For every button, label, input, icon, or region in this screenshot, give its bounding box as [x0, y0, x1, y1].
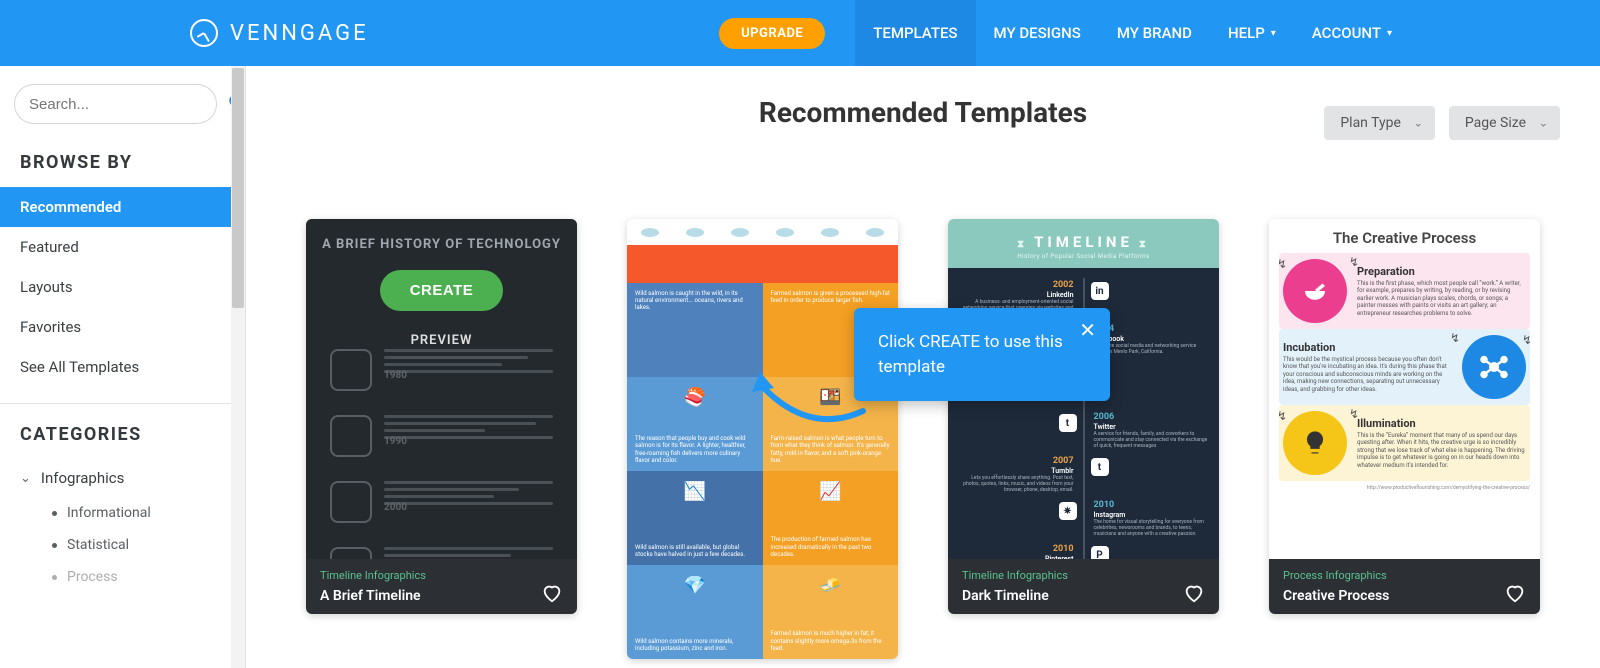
category-infographics[interactable]: ⌄ Infographics: [0, 459, 245, 497]
chevron-down-icon: ⌄: [1414, 117, 1423, 130]
sidebar-item-see-all[interactable]: See All Templates: [0, 347, 245, 387]
sushi-icon: 🍣: [635, 384, 755, 411]
chart-down-icon: 📉: [635, 478, 755, 505]
caret-down-icon: ▾: [1271, 28, 1276, 39]
brand-name: VENNGAGE: [230, 21, 369, 46]
card1-preview-thumb: 1980 1990 2000 2010: [330, 349, 553, 559]
nav-help-label: HELP: [1228, 24, 1265, 42]
card1-heading: A BRIEF HISTORY OF TECHNOLOGY: [322, 237, 561, 252]
lightning-icon: ↯: [1349, 407, 1359, 421]
favorite-heart-icon[interactable]: [1183, 582, 1205, 604]
nav-my-designs[interactable]: MY DESIGNS: [976, 0, 1099, 66]
clock-icon: [190, 19, 218, 47]
card-title: Dark Timeline: [962, 588, 1049, 604]
sidebar-item-layouts[interactable]: Layouts: [0, 267, 245, 307]
card-title: Creative Process: [1283, 588, 1389, 604]
card4-source-url: http://www.productiveflourishing.com/dem…: [1279, 485, 1530, 491]
chevron-down-icon: ⌄: [20, 471, 31, 486]
hourglass-icon: ⧗: [1139, 239, 1150, 250]
sidebar-item-recommended[interactable]: Recommended: [0, 187, 245, 227]
favorite-heart-icon[interactable]: [1504, 582, 1526, 604]
minerals-icon: 💎: [635, 572, 755, 599]
card-category: Timeline Infographics: [962, 569, 1068, 582]
card-category: Timeline Infographics: [320, 569, 426, 582]
search-box[interactable]: [14, 84, 217, 124]
social-icon: t: [1091, 458, 1109, 476]
social-icon: in: [1091, 282, 1109, 300]
template-card-dark-timeline[interactable]: ⧗TIMELINE⧗ History of Popular Social Med…: [948, 219, 1219, 614]
card4-heading: The Creative Process: [1279, 229, 1530, 247]
tooltip-text: Click CREATE to use this template: [878, 330, 1086, 379]
template-card-salmon-compare[interactable]: Wild salmon is caught in the wild, in it…: [627, 219, 898, 659]
social-icon: ✷: [1059, 502, 1077, 520]
category-label: Infographics: [41, 469, 124, 487]
tutorial-tooltip: ✕ Click CREATE to use this template: [854, 308, 1110, 401]
preview-button[interactable]: PREVIEW: [411, 333, 473, 348]
bullet-icon: [52, 543, 57, 548]
hourglass-icon: ⧗: [1017, 239, 1028, 250]
search-input[interactable]: [29, 96, 228, 113]
sidebar-item-featured[interactable]: Featured: [0, 227, 245, 267]
card-category: Process Infographics: [1283, 569, 1389, 582]
close-icon[interactable]: ✕: [1079, 318, 1096, 342]
filter-plan-type[interactable]: Plan Type ⌄: [1324, 106, 1435, 140]
lightning-icon: ↯: [1450, 331, 1460, 345]
category-informational[interactable]: Informational: [0, 497, 245, 529]
bullet-icon: [52, 511, 57, 516]
categories-heading: CATEGORIES: [0, 414, 245, 459]
content-area: Recommended Templates Plan Type ⌄ Page S…: [246, 66, 1600, 668]
sidebar: BROWSE BY Recommended Featured Layouts F…: [0, 66, 246, 668]
lightning-icon: ↯: [1277, 257, 1287, 271]
lightning-icon: ↯: [1277, 409, 1287, 423]
social-icon: P: [1091, 546, 1109, 559]
caret-down-icon: ▾: [1387, 28, 1392, 39]
nav-templates[interactable]: TEMPLATES: [855, 0, 975, 66]
nav-my-brand[interactable]: MY BRAND: [1099, 0, 1210, 66]
sidebar-item-favorites[interactable]: Favorites: [0, 307, 245, 347]
template-card-creative-process[interactable]: The Creative Process ↯ ↯ Preparation Thi…: [1269, 219, 1540, 614]
filter-page-size[interactable]: Page Size ⌄: [1449, 106, 1560, 140]
bullet-icon: [52, 575, 57, 580]
create-button[interactable]: CREATE: [380, 270, 504, 311]
lightning-icon: ↯: [1522, 333, 1532, 347]
nav-account-label: ACCOUNT: [1312, 24, 1381, 42]
brand-logo[interactable]: VENNGAGE: [190, 19, 369, 47]
tutorial-arrow-icon: [748, 366, 868, 436]
favorite-heart-icon[interactable]: [541, 582, 563, 604]
upgrade-button[interactable]: UPGRADE: [719, 18, 825, 49]
mortar-icon: [1283, 259, 1347, 323]
network-icon: [1462, 335, 1526, 399]
social-icon: t: [1059, 414, 1077, 432]
template-card-brief-timeline[interactable]: A BRIEF HISTORY OF TECHNOLOGY CREATE PRE…: [306, 219, 577, 614]
browse-heading: BROWSE BY: [0, 142, 245, 187]
chart-up-icon: 📈: [771, 478, 891, 505]
category-process[interactable]: Process: [0, 561, 245, 593]
lightning-icon: ↯: [1349, 255, 1359, 269]
lightbulb-icon: [1283, 411, 1347, 475]
top-navbar: VENNGAGE UPGRADE TEMPLATES MY DESIGNS MY…: [0, 0, 1600, 66]
chevron-down-icon: ⌄: [1539, 117, 1548, 130]
category-statistical[interactable]: Statistical: [0, 529, 245, 561]
fat-icon: 🧈: [771, 572, 891, 599]
nav-account[interactable]: ACCOUNT ▾: [1294, 0, 1410, 66]
nav-help[interactable]: HELP ▾: [1210, 0, 1294, 66]
card-title: A Brief Timeline: [320, 588, 421, 604]
